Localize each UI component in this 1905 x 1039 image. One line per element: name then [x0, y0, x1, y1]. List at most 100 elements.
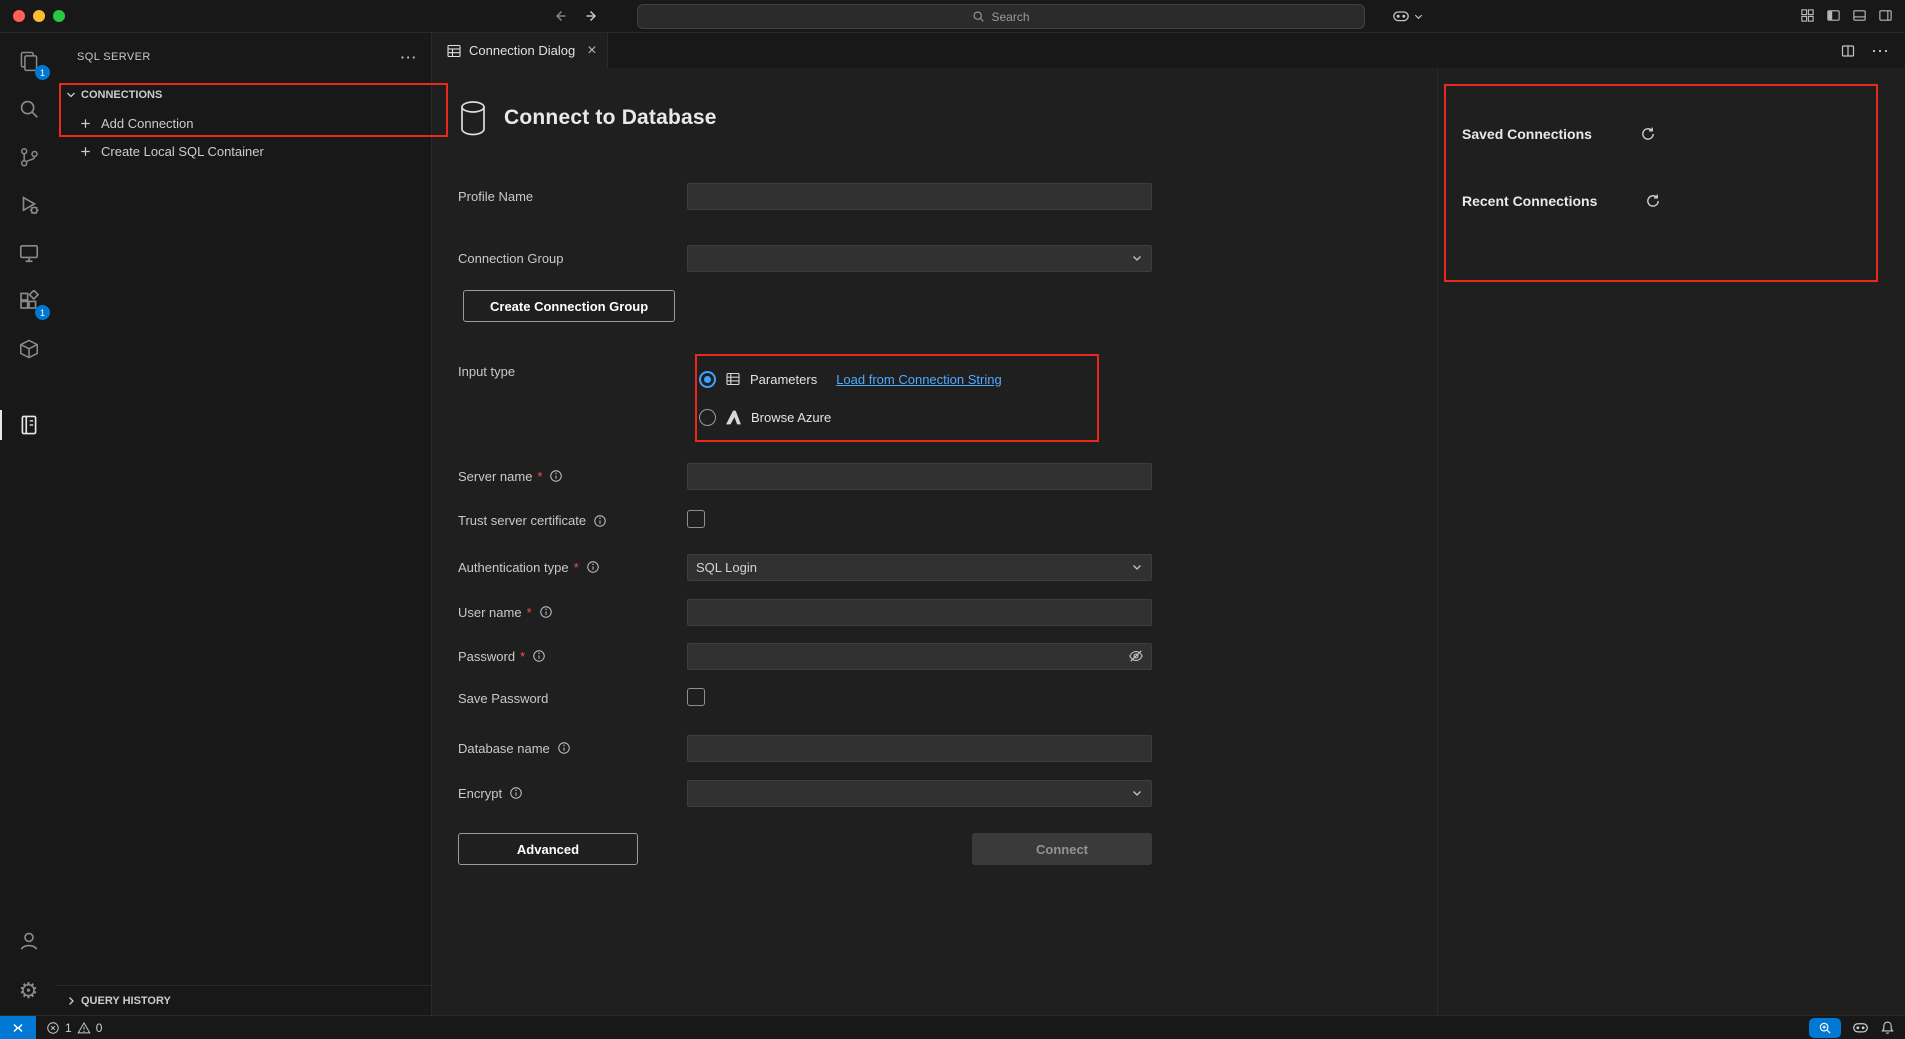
- activity-item-settings[interactable]: ⚙: [0, 967, 57, 1015]
- run-debug-icon: [18, 194, 40, 216]
- connection-form-area: Connect to Database Profile Name Connect…: [432, 68, 1437, 1015]
- refresh-recent-connections-icon[interactable]: [1645, 193, 1661, 209]
- encrypt-row: Encrypt: [458, 779, 1152, 807]
- toggle-sidebar-left-icon[interactable]: [1826, 8, 1841, 23]
- error-count: 1: [65, 1021, 72, 1035]
- activity-item-containers[interactable]: [0, 325, 57, 373]
- sidebar-item-create-local-sql-container[interactable]: Create Local SQL Container: [57, 137, 431, 165]
- activity-item-accounts[interactable]: [0, 919, 57, 967]
- info-icon[interactable]: [557, 741, 571, 755]
- parameters-label: Parameters: [750, 372, 817, 387]
- save-password-label: Save Password: [458, 691, 548, 706]
- customize-layout-icon[interactable]: [1800, 8, 1815, 23]
- database-icon: [458, 99, 488, 137]
- input-type-row: Input type Parameters L: [458, 354, 1152, 442]
- chevron-down-icon: [1131, 252, 1143, 264]
- remote-indicator[interactable]: [0, 1016, 36, 1039]
- more-actions-icon[interactable]: ⋯: [400, 49, 417, 66]
- problems-status[interactable]: 1 0: [36, 1021, 112, 1035]
- load-from-connection-string-link[interactable]: Load from Connection String: [836, 372, 1001, 387]
- zoom-status-item[interactable]: [1809, 1018, 1841, 1038]
- activity-item-source-control[interactable]: [0, 133, 57, 181]
- user-name-input[interactable]: [687, 599, 1152, 626]
- info-icon[interactable]: [549, 469, 563, 483]
- gear-icon: ⚙: [19, 980, 39, 1002]
- activity-item-extensions[interactable]: 1: [0, 277, 57, 325]
- vscode-window: Search: [0, 0, 1905, 1039]
- sidebar-header: SQL SERVER ⋯: [57, 33, 431, 81]
- password-label: Password: [458, 649, 515, 664]
- required-marker: *: [574, 560, 579, 575]
- profile-name-label: Profile Name: [458, 189, 533, 204]
- connect-button[interactable]: Connect: [972, 833, 1152, 865]
- toggle-panel-icon[interactable]: [1852, 8, 1867, 23]
- minimize-window-button[interactable]: [33, 10, 45, 22]
- copilot-menu-button[interactable]: [1392, 7, 1424, 25]
- activity-item-sql-server[interactable]: [0, 401, 57, 449]
- go-forward-icon[interactable]: [584, 8, 600, 24]
- editor-actions: ⋯: [1840, 33, 1905, 68]
- notifications-bell-icon[interactable]: [1880, 1020, 1895, 1035]
- sql-server-icon: [18, 414, 40, 436]
- info-icon[interactable]: [509, 786, 523, 800]
- copilot-status-icon[interactable]: [1852, 1019, 1869, 1036]
- plus-icon: [78, 116, 93, 131]
- activity-item-run-debug[interactable]: [0, 181, 57, 229]
- search-icon: [18, 98, 40, 120]
- server-name-input[interactable]: [687, 463, 1152, 490]
- sidebar-item-add-connection[interactable]: Add Connection: [57, 109, 431, 137]
- profile-name-row: Profile Name: [458, 182, 1152, 210]
- save-password-checkbox[interactable]: [687, 688, 705, 706]
- info-icon[interactable]: [539, 605, 553, 619]
- connection-group-dropdown[interactable]: [687, 245, 1152, 272]
- close-tab-icon[interactable]: ×: [587, 43, 596, 59]
- container-cube-icon: [18, 338, 40, 360]
- connection-group-label: Connection Group: [458, 251, 564, 266]
- info-icon[interactable]: [593, 514, 607, 528]
- source-control-icon: [18, 146, 40, 168]
- maximize-window-button[interactable]: [53, 10, 65, 22]
- command-center-search[interactable]: Search: [637, 4, 1365, 29]
- trust-server-certificate-checkbox[interactable]: [687, 510, 705, 528]
- create-connection-group-button[interactable]: Create Connection Group: [463, 290, 675, 322]
- advanced-button[interactable]: Advanced: [458, 833, 638, 865]
- server-name-row: Server name *: [458, 462, 1152, 490]
- info-icon[interactable]: [532, 649, 546, 663]
- authentication-type-value: SQL Login: [696, 560, 757, 575]
- browse-azure-radio-row: Browse Azure: [699, 398, 1152, 436]
- refresh-saved-connections-icon[interactable]: [1640, 126, 1656, 142]
- more-actions-icon[interactable]: ⋯: [1871, 42, 1889, 60]
- tab-bar: Connection Dialog × ⋯: [432, 33, 1905, 68]
- connections-section-header[interactable]: CONNECTIONS: [57, 81, 431, 109]
- plus-icon: [78, 144, 93, 159]
- browse-azure-label: Browse Azure: [751, 410, 831, 425]
- profile-name-input[interactable]: [687, 183, 1152, 210]
- toggle-sidebar-right-icon[interactable]: [1878, 8, 1893, 23]
- tab-connection-dialog[interactable]: Connection Dialog ×: [432, 33, 608, 68]
- status-bar-right: [1809, 1018, 1905, 1038]
- go-back-icon[interactable]: [552, 8, 568, 24]
- tab-label: Connection Dialog: [469, 43, 575, 58]
- required-marker: *: [527, 605, 532, 620]
- recent-connections-title: Recent Connections: [1462, 193, 1597, 209]
- activity-item-search[interactable]: [0, 85, 57, 133]
- info-icon[interactable]: [586, 560, 600, 574]
- encrypt-dropdown[interactable]: [687, 780, 1152, 807]
- parameters-radio[interactable]: [699, 371, 716, 388]
- activity-item-explorer[interactable]: 1: [0, 37, 57, 85]
- traffic-lights: [13, 10, 65, 22]
- password-input[interactable]: [687, 643, 1152, 670]
- warning-count: 0: [96, 1021, 103, 1035]
- chevron-down-icon: [1131, 561, 1143, 573]
- toggle-password-visibility-icon[interactable]: [1128, 648, 1144, 664]
- close-window-button[interactable]: [13, 10, 25, 22]
- chevron-down-icon: [64, 88, 78, 102]
- input-type-label: Input type: [458, 364, 515, 379]
- database-name-input[interactable]: [687, 735, 1152, 762]
- split-editor-icon[interactable]: [1840, 43, 1856, 59]
- browse-azure-radio[interactable]: [699, 409, 716, 426]
- user-name-label: User name: [458, 605, 522, 620]
- authentication-type-dropdown[interactable]: SQL Login: [687, 554, 1152, 581]
- query-history-section-header[interactable]: QUERY HISTORY: [57, 985, 431, 1015]
- activity-item-remote-explorer[interactable]: [0, 229, 57, 277]
